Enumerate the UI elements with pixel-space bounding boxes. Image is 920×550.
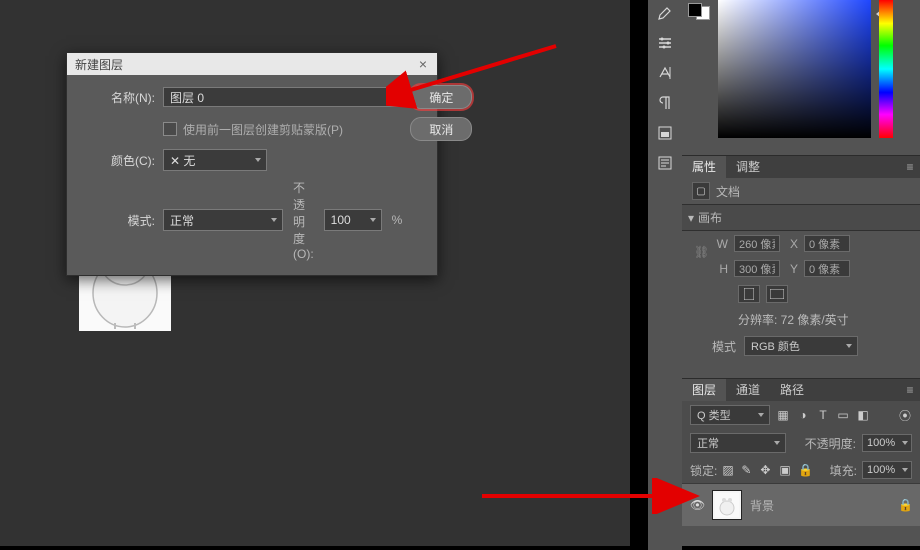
color-mode-select[interactable]: RGB 颜色 [744,336,858,356]
tab-properties[interactable]: 属性 [682,156,726,178]
lock-transparency-icon[interactable]: ▨ [722,463,736,477]
tab-channels[interactable]: 通道 [726,379,770,401]
panel-menu-icon[interactable]: ≡ [900,160,920,174]
visibility-toggle-icon[interactable]: 👁 [690,498,704,512]
layer-name-text[interactable]: 背景 [750,497,774,514]
close-icon[interactable]: × [415,56,431,72]
vertical-toolbar [648,0,682,550]
filter-toggle-icon[interactable]: ⦿ [898,408,912,422]
width-label: W [716,237,728,251]
type-panel-icon[interactable] [656,64,674,82]
height-label: H [716,262,728,276]
color-picker-panel [682,0,920,155]
fill-label: 填充: [830,462,857,479]
chevron-down-icon: ▾ [688,211,694,225]
orientation-landscape-icon[interactable] [766,285,788,303]
filter-adjust-icon[interactable]: ◑ [796,408,810,422]
paragraph-panel-icon[interactable] [656,94,674,112]
brush-tool-icon[interactable] [656,4,674,22]
orientation-portrait-icon[interactable] [738,285,760,303]
dialog-titlebar[interactable]: 新建图层 × [67,53,437,75]
lock-all-icon[interactable]: 🔒 [798,463,812,477]
foreground-swatch[interactable] [688,3,702,17]
dialog-title: 新建图层 [75,56,123,73]
filter-type-icon[interactable]: T [816,408,830,422]
blend-mode-select[interactable]: 正常 [163,209,283,231]
layer-thumbnail[interactable] [712,490,742,520]
hue-slider[interactable] [879,0,893,138]
filter-pixel-icon[interactable]: ▦ [776,408,790,422]
color-mode-label: 模式 [712,338,736,355]
right-panels: 属性 调整 ≡ ▢ 文档 ▾ 画布 ⛓ W X H Y [682,0,920,546]
layer-opacity-label: 不透明度: [805,435,856,452]
document-icon: ▢ [692,182,710,200]
lock-position-icon[interactable]: ✥ [760,463,774,477]
tab-layers[interactable]: 图层 [682,379,726,401]
color-field[interactable] [718,0,871,138]
resolution-text: 分辨率: 72 像素/英寸 [682,307,920,332]
canvas-work-area[interactable]: 新建图层 × 名称(N): 确定 使用前一图层创建剪贴蒙版(P) 取消 颜色(C… [0,0,630,546]
new-layer-dialog: 新建图层 × 名称(N): 确定 使用前一图层创建剪贴蒙版(P) 取消 颜色(C… [66,52,438,276]
height-input[interactable] [734,260,780,277]
document-label: 文档 [716,183,740,200]
width-input[interactable] [734,235,780,252]
sliders-icon[interactable] [656,34,674,52]
lock-artboard-icon[interactable]: ▣ [779,463,793,477]
mode-label: 模式: [81,212,155,229]
name-label: 名称(N): [81,89,155,106]
opacity-input[interactable]: 100 [324,209,382,231]
layer-filter-select[interactable]: Q 类型 [690,405,770,425]
tab-adjustments[interactable]: 调整 [726,156,770,178]
layer-opacity-input[interactable]: 100% [862,434,912,452]
clip-mask-label: 使用前一图层创建剪贴蒙版(P) [183,121,343,138]
fill-input[interactable]: 100% [862,461,912,479]
x-input[interactable] [804,235,850,252]
lock-icon[interactable]: 🔒 [898,498,912,512]
filter-smart-icon[interactable]: ◧ [856,408,870,422]
cancel-button[interactable]: 取消 [410,117,472,141]
opacity-label: 不透明度(O): [293,179,314,261]
color-select[interactable]: ✕ 无 [163,149,267,171]
tab-paths[interactable]: 路径 [770,379,814,401]
y-input[interactable] [804,260,850,277]
link-icon[interactable]: ⛓ [694,245,709,259]
layer-blend-mode-select[interactable]: 正常 [690,433,786,453]
ok-button[interactable]: 确定 [410,85,472,109]
canvas-section-header[interactable]: ▾ 画布 [682,204,920,231]
library-icon[interactable] [656,124,674,142]
lock-label: 锁定: [690,462,717,479]
lock-paint-icon[interactable]: ✎ [741,463,755,477]
y-label: Y [786,262,798,276]
opacity-suffix: % [392,213,403,227]
x-label: X [786,237,798,251]
clip-mask-checkbox[interactable] [163,122,177,136]
layers-panel: 图层 通道 路径 ≡ Q 类型 ▦ ◑ T ▭ ◧ ⦿ 正常 不透明度: 100… [682,378,920,526]
panel-menu-icon[interactable]: ≡ [900,383,920,397]
properties-panel: 属性 调整 ≡ ▢ 文档 ▾ 画布 ⛓ W X H Y [682,155,920,378]
color-label: 颜色(C): [81,152,155,169]
filter-shape-icon[interactable]: ▭ [836,408,850,422]
layer-row[interactable]: 👁 背景 🔒 [682,484,920,526]
canvas-section-label: 画布 [698,209,722,226]
notes-icon[interactable] [656,154,674,172]
layer-name-input[interactable] [163,87,402,107]
